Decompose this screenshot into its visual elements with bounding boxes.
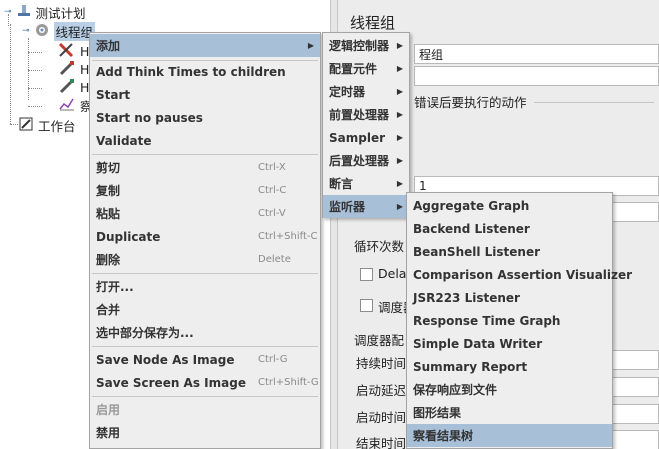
menu-item-disable[interactable]: 禁用	[90, 421, 320, 444]
submenu-item-timer[interactable]: 定时器 ▶	[323, 80, 409, 103]
listener-item-summary-report[interactable]: Summary Report	[407, 355, 612, 378]
name-field[interactable]: 程组	[414, 44, 659, 64]
arrow-right-icon: ▶	[396, 64, 403, 73]
startup-delay-label: 启动延迟	[356, 383, 407, 398]
menu-item-merge[interactable]: 合并	[90, 298, 320, 321]
menu-item-enable: 启用	[96, 403, 121, 417]
loop-count-label: 循环次数	[354, 239, 405, 254]
arrow-right-icon: ▶	[307, 41, 314, 50]
listener-item-save-responses-to-file[interactable]: 保存响应到文件	[407, 378, 612, 401]
context-menu: 添加 ▶ Add Think Times to children Start S…	[89, 32, 321, 449]
end-time-label: 结束时间	[356, 436, 407, 449]
listener-item-backend-listener[interactable]: Backend Listener	[407, 217, 612, 240]
tree-node-label: H	[80, 43, 90, 59]
listener-item-beanshell-listener[interactable]: BeanShell Listener	[407, 240, 612, 263]
menu-item-start-no-pauses[interactable]: Start no pauses	[90, 106, 320, 129]
tree-node-label: 测试计划	[35, 5, 86, 21]
arrow-right-icon: ▶	[396, 41, 403, 50]
workbench-icon	[18, 116, 34, 135]
scheduler-checkbox[interactable]	[360, 299, 373, 312]
menu-item-start[interactable]: Start	[90, 83, 320, 106]
start-time-label: 启动时间	[356, 410, 407, 425]
tree-node-test-plan[interactable]: ⊸ 测试计划	[4, 3, 86, 21]
listener-item-simple-data-writer[interactable]: Simple Data Writer	[407, 332, 612, 355]
submenu-item-pre-processor[interactable]: 前置处理器 ▶	[323, 103, 409, 126]
menu-item-save-screen-image[interactable]: Save Screen As Image Ctrl+Shift-G	[90, 371, 320, 394]
arrow-right-icon: ▶	[396, 202, 403, 211]
menu-item-add-think-times[interactable]: Add Think Times to children	[90, 60, 320, 83]
listener-item-view-results-tree[interactable]: 察看结果树	[407, 424, 612, 447]
listener-item-aggregate-graph[interactable]: Aggregate Graph	[407, 194, 612, 217]
arrow-right-icon: ▶	[396, 110, 403, 119]
arrow-right-icon: ▶	[396, 156, 403, 165]
tree-node-thread-group[interactable]: ⊸ 线程组	[22, 21, 96, 41]
menu-item-delete[interactable]: 删除 Delete	[90, 248, 320, 271]
gear-icon	[34, 22, 50, 41]
listener-item-response-time-graph[interactable]: Response Time Graph	[407, 309, 612, 332]
error-action-label: 错误后要执行的动作	[414, 95, 527, 110]
tree-node-child[interactable]: 察	[58, 96, 93, 114]
menu-separator	[92, 346, 318, 347]
listener-submenu: Aggregate Graph Backend Listener BeanShe…	[406, 192, 632, 449]
page-title: 线程组	[350, 14, 396, 32]
submenu-item-sampler[interactable]: Sampler ▶	[323, 126, 409, 149]
menu-item-cut[interactable]: 剪切 Ctrl-X	[90, 156, 320, 179]
submenu-item-config-element[interactable]: 配置元件 ▶	[323, 57, 409, 80]
tree-node-child[interactable]: H	[58, 60, 89, 78]
menu-item-validate[interactable]: Validate	[90, 129, 320, 152]
duration-label: 持续时间	[356, 356, 407, 371]
menu-item-add[interactable]: 添加 ▶	[90, 34, 320, 57]
graph-icon	[58, 96, 76, 115]
menu-item-paste[interactable]: 粘贴 Ctrl-V	[90, 202, 320, 225]
collapse-toggle-icon[interactable]: ⊸	[22, 26, 30, 36]
submenu-item-post-processor[interactable]: 后置处理器 ▶	[323, 149, 409, 172]
listener-item-jsr223-listener[interactable]: JSR223 Listener	[407, 286, 612, 309]
delay-checkbox[interactable]	[360, 268, 373, 281]
menu-separator	[92, 273, 318, 274]
tree-node-label: 工作台	[38, 118, 76, 134]
submenu-item-logic-controller[interactable]: 逻辑控制器 ▶	[323, 34, 409, 57]
arrow-right-icon: ▶	[396, 179, 403, 188]
arrow-right-icon: ▶	[396, 133, 403, 142]
add-submenu: 逻辑控制器 ▶ 配置元件 ▶ 定时器 ▶ 前置处理器 ▶ Sampler ▶ 后…	[322, 32, 410, 218]
listener-item-comparison-assertion-visualizer[interactable]: Comparison Assertion Visualizer	[407, 263, 632, 286]
menu-item-duplicate[interactable]: Duplicate Ctrl+Shift-C	[90, 225, 320, 248]
tree-node-label: H	[80, 61, 90, 77]
arrow-right-icon: ▶	[396, 87, 403, 96]
menu-separator	[92, 154, 318, 155]
tree-node-child[interactable]: H	[58, 42, 89, 60]
pipette-icon	[58, 60, 76, 79]
scheduler-config-label: 调度器配	[354, 333, 405, 348]
submenu-item-listener[interactable]: 监听器 ▶	[323, 195, 409, 218]
menu-item-open[interactable]: 打开...	[90, 275, 320, 298]
tree-node-child[interactable]: H	[58, 78, 89, 96]
menu-item-copy[interactable]: 复制 Ctrl-C	[90, 179, 320, 202]
menu-separator	[92, 396, 318, 397]
menu-item-save-node-image[interactable]: Save Node As Image Ctrl-G	[90, 348, 320, 371]
submenu-item-assertion[interactable]: 断言 ▶	[323, 172, 409, 195]
tree-node-workbench[interactable]: 工作台	[18, 116, 76, 134]
collapse-toggle-icon[interactable]: ⊸	[4, 7, 12, 17]
pipette-icon	[58, 78, 76, 97]
sampler-tools-icon	[58, 42, 76, 61]
menu-item-save-selection-as[interactable]: 选中部分保存为...	[90, 321, 320, 344]
listener-item-graph-results[interactable]: 图形结果	[407, 401, 612, 424]
tree-node-label: H	[80, 79, 90, 95]
test-plan-icon	[16, 4, 32, 21]
comments-field[interactable]	[414, 66, 659, 86]
